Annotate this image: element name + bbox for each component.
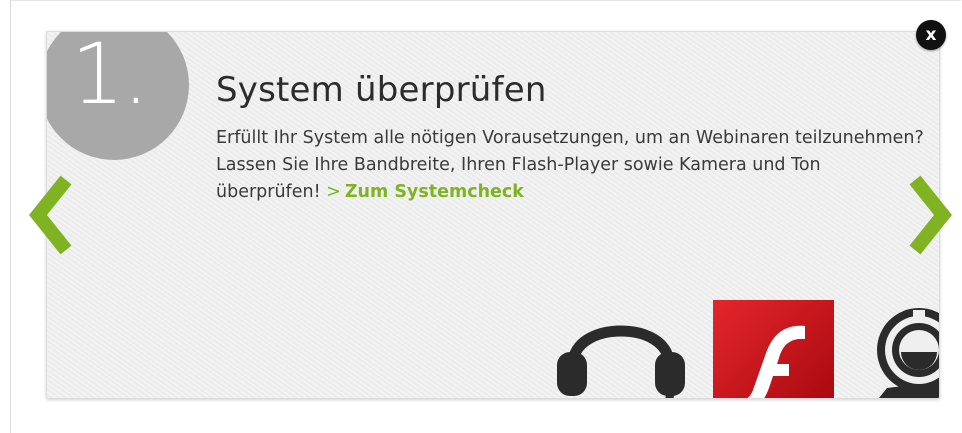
step-number: 1. bbox=[71, 31, 149, 123]
webcam-icon bbox=[877, 308, 939, 398]
flash-player-icon: TM bbox=[713, 300, 834, 398]
close-button[interactable]: x bbox=[916, 20, 946, 50]
chevron-right-icon bbox=[909, 175, 952, 255]
slide-description: Erfüllt Ihr System alle nötigen Vorauset… bbox=[216, 125, 928, 206]
slider-card: 1. System überprüfen Erfüllt Ihr System … bbox=[46, 31, 940, 399]
step-badge: 1. bbox=[47, 31, 189, 160]
chevron-left-icon bbox=[29, 175, 72, 255]
prev-slide-button[interactable] bbox=[28, 170, 78, 260]
link-chevron-icon: > bbox=[326, 182, 341, 202]
next-slide-button[interactable] bbox=[903, 170, 953, 260]
systemcheck-link-label: Zum Systemcheck bbox=[344, 182, 524, 202]
systemcheck-link[interactable]: > Zum Systemcheck bbox=[326, 182, 524, 202]
description-text: Erfüllt Ihr System alle nötigen Vorauset… bbox=[216, 128, 924, 202]
headset-icon bbox=[557, 325, 685, 398]
slide-title: System überprüfen bbox=[216, 70, 547, 110]
